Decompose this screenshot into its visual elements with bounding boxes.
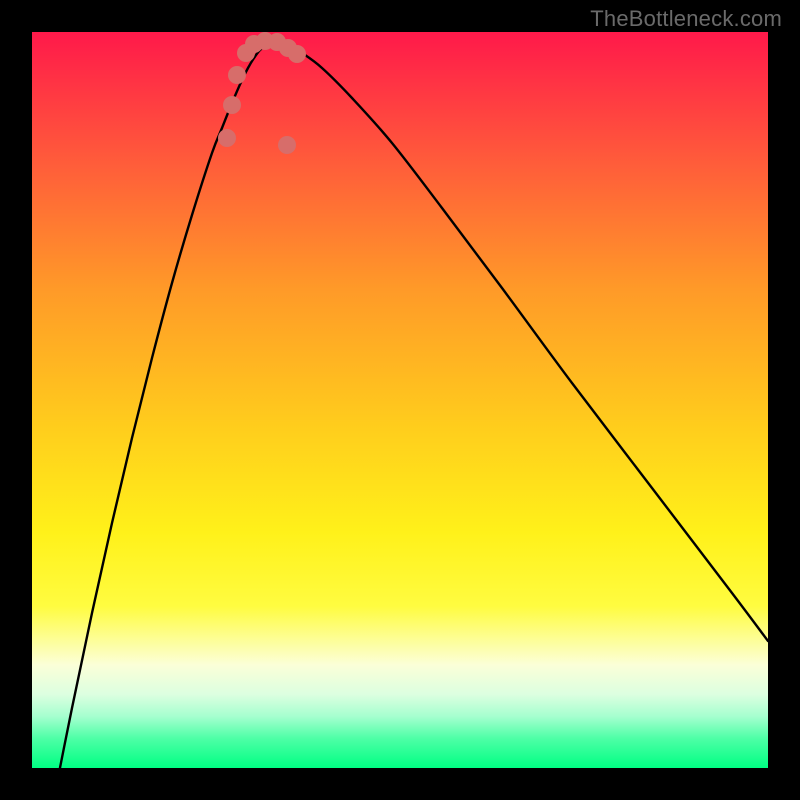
bottleneck-curve (52, 42, 768, 800)
curve-dot (223, 96, 241, 114)
chart-svg (32, 32, 768, 768)
curve-dot (228, 66, 246, 84)
outer-frame: TheBottleneck.com (0, 0, 800, 800)
curve-dot (218, 129, 236, 147)
curve-dot (278, 136, 296, 154)
curve-dot (288, 45, 306, 63)
curve-dots (218, 32, 306, 154)
watermark-text: TheBottleneck.com (590, 6, 782, 32)
plot-area (32, 32, 768, 768)
